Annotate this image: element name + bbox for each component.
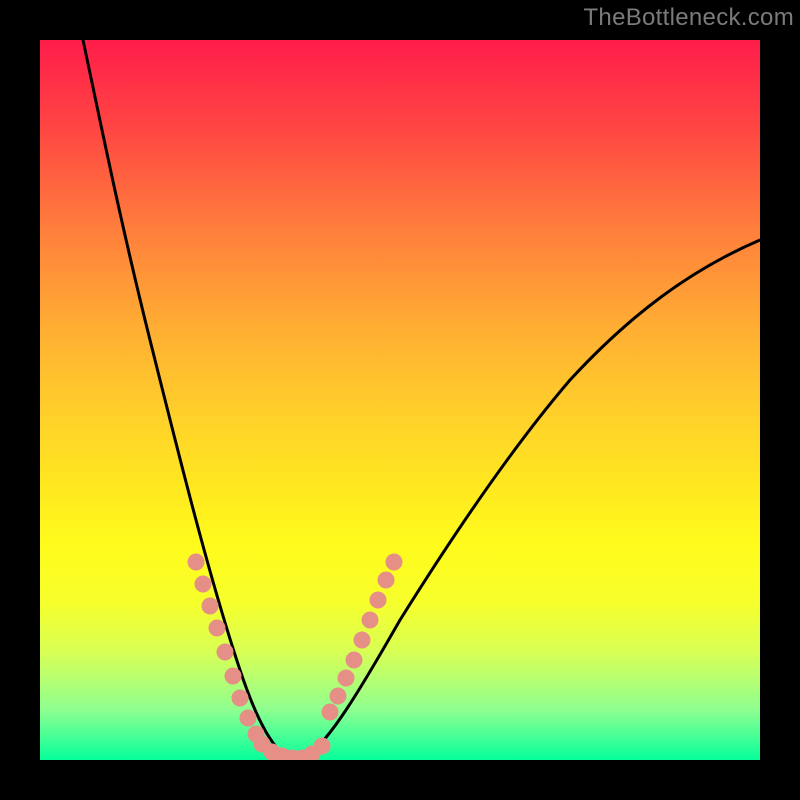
- plot-area: [40, 40, 760, 760]
- left-dots: [188, 554, 264, 742]
- chart-frame: TheBottleneck.com: [0, 0, 800, 800]
- watermark-text: TheBottleneck.com: [583, 4, 794, 32]
- chart-svg: [40, 40, 760, 760]
- bottom-dots: [254, 736, 330, 760]
- bottleneck-curve: [83, 40, 760, 758]
